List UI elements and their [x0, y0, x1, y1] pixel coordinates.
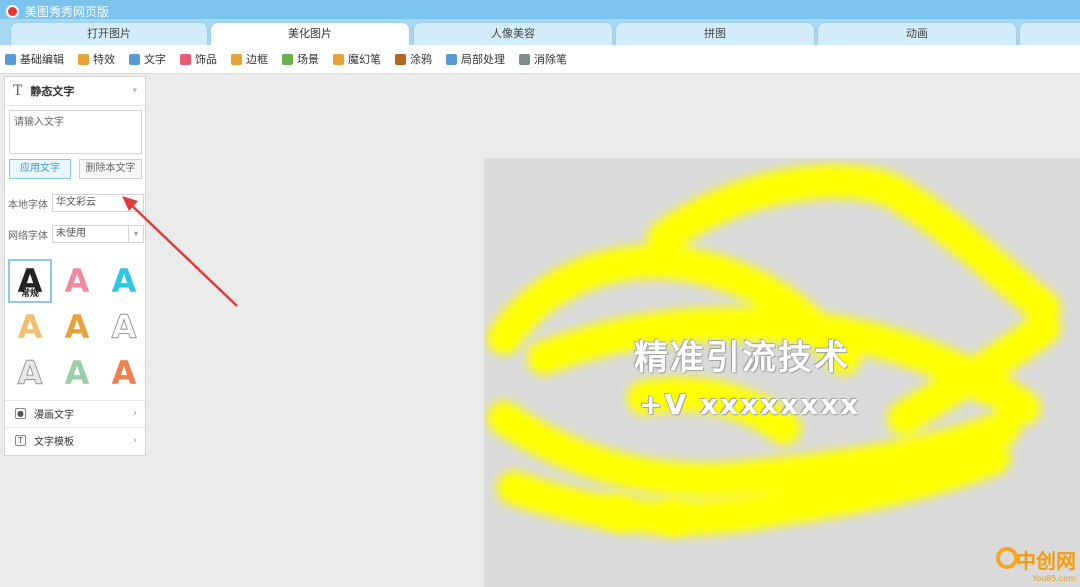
text-icon: [129, 53, 140, 65]
toolbar-brush-button[interactable]: 涂鸦: [395, 51, 432, 67]
style-glyph: A: [17, 354, 43, 393]
image-canvas[interactable]: 精准引流技术 +V xxxxxxxx 中创网 You85.com: [484, 158, 1080, 587]
web-font-select[interactable]: 未使用 ▾: [52, 225, 144, 243]
bow-icon: [180, 53, 191, 65]
template-icon: T: [15, 435, 26, 446]
tab-more[interactable]: [1019, 22, 1080, 45]
overlay-text-line2: +V xxxxxxxx: [639, 388, 861, 421]
style-glyph: A: [111, 262, 137, 300]
toolbar-frame-button[interactable]: 边框: [231, 51, 268, 67]
panel-header[interactable]: T 静态文字 ▾: [5, 77, 145, 106]
toolbar-scene-button[interactable]: 场景: [282, 51, 319, 67]
scene-icon: [282, 53, 293, 65]
chevron-right-icon: ›: [133, 408, 137, 419]
tab-beautify[interactable]: 美化图片: [210, 22, 410, 45]
text-style-option[interactable]: A: [55, 259, 99, 303]
style-caption: 常规: [20, 289, 39, 299]
text-style-option[interactable]: A: [8, 351, 52, 395]
watermark: 中创网 You85.com: [996, 545, 1076, 583]
web-font-row: 网络字体 未使用 ▾: [8, 225, 144, 243]
delete-text-button[interactable]: 删除本文字: [79, 159, 142, 179]
toolbar-local-adjust-button[interactable]: 局部处理: [446, 51, 505, 67]
style-glyph: A: [64, 354, 90, 392]
style-glyph: A: [64, 262, 90, 300]
tab-animation[interactable]: 动画: [817, 22, 1017, 45]
local-font-select[interactable]: 华文彩云: [52, 194, 144, 212]
toolbar-magic-pen-button[interactable]: 魔幻笔: [333, 51, 381, 67]
comic-icon: ●: [15, 408, 26, 419]
toolbar-bow-button[interactable]: 饰品: [180, 51, 217, 67]
brush-icon: [395, 53, 406, 65]
local-adjust-icon: [446, 53, 457, 65]
text-style-option[interactable]: A: [55, 351, 99, 395]
panel-title: 静态文字: [30, 85, 75, 98]
window-title: 美图秀秀网页版: [25, 4, 110, 19]
style-glyph: A: [111, 354, 137, 392]
toolbar: 基础编辑 特效 文字 饰品 边框 场景 魔幻笔 涂鸦 局部处理 消除笔: [0, 45, 1080, 74]
web-font-label: 网络字体: [8, 230, 48, 242]
local-font-row: 本地字体 华文彩云: [8, 194, 144, 212]
eraser-icon: [519, 53, 530, 65]
tab-portrait[interactable]: 人像美容: [413, 22, 613, 45]
style-glyph: A: [111, 308, 137, 347]
tab-strip: 打开图片 美化图片 人像美容 拼图 动画: [0, 19, 1080, 45]
chevron-right-icon: ›: [133, 435, 137, 446]
style-glyph: A: [64, 308, 90, 346]
app-logo-icon: [6, 4, 19, 18]
local-font-label: 本地字体: [8, 199, 48, 211]
frame-icon: [231, 53, 242, 65]
style-glyph: A: [17, 308, 43, 346]
text-style-option[interactable]: A: [102, 259, 146, 303]
chevron-down-icon: ▾: [132, 86, 137, 96]
magic-pen-icon: [333, 53, 344, 65]
gear-icon: [996, 547, 1018, 569]
toolbar-magic-wand-button[interactable]: 特效: [78, 51, 115, 67]
text-style-option[interactable]: A 常规: [8, 259, 52, 303]
overlay-text-line1: 精准引流技术: [634, 338, 850, 378]
toolbar-text-button[interactable]: 文字: [129, 51, 166, 67]
text-panel: T 静态文字 ▾ 请输入文字 应用文字 删除本文字 本地字体 华文彩云 网络字体…: [4, 76, 146, 456]
text-icon: T: [13, 83, 23, 99]
tab-open-image[interactable]: 打开图片: [10, 22, 208, 45]
text-input[interactable]: 请输入文字: [9, 110, 142, 154]
magic-wand-icon: [78, 53, 89, 65]
comic-text-section[interactable]: ● 漫画文字 ›: [5, 400, 145, 426]
tab-collage[interactable]: 拼图: [615, 22, 815, 45]
text-template-section[interactable]: T 文字模板 ›: [5, 427, 145, 453]
chevron-down-icon: ▾: [128, 226, 143, 242]
toolbar-eraser-button[interactable]: 消除笔: [519, 51, 567, 67]
edit-icon: [5, 53, 16, 65]
text-style-option[interactable]: A: [55, 305, 99, 349]
text-style-option[interactable]: A: [102, 305, 146, 349]
text-style-option[interactable]: A: [102, 351, 146, 395]
toolbar-edit-button[interactable]: 基础编辑: [5, 51, 64, 67]
text-style-option[interactable]: A: [8, 305, 52, 349]
apply-text-button[interactable]: 应用文字: [9, 159, 71, 179]
